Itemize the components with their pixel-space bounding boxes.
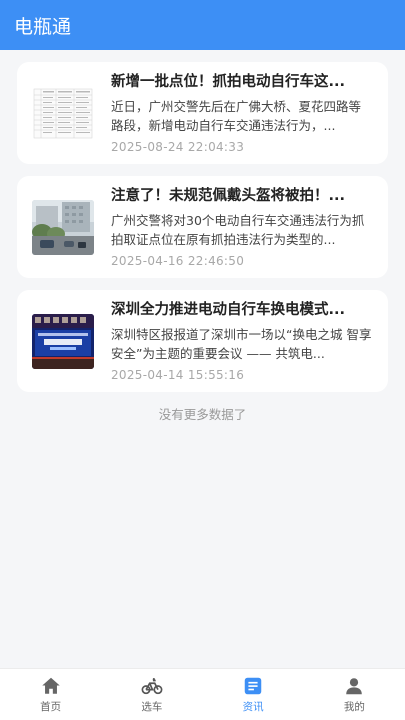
- app-root: 电瓶通 新增一批点位！抓拍电动自行车这... 近日，广州交警先后在广佛大桥、夏花…: [0, 0, 405, 720]
- home-icon: [40, 675, 62, 697]
- street-photo-thumbnail: [32, 199, 94, 255]
- tab-choose-car[interactable]: 选车: [101, 669, 202, 720]
- document-table-thumbnail: [32, 85, 94, 141]
- conference-stage-thumbnail: [32, 313, 94, 369]
- news-title: 注意了！未规范佩戴头盔将被拍！...: [111, 188, 346, 204]
- news-title: 新增一批点位！抓拍电动自行车这...: [111, 74, 346, 90]
- news-card-info: 新增一批点位！抓拍电动自行车这... 近日，广州交警先后在广佛大桥、夏花四路等路…: [111, 72, 373, 154]
- tab-label: 我的: [343, 701, 365, 713]
- news-feed[interactable]: 新增一批点位！抓拍电动自行车这... 近日，广州交警先后在广佛大桥、夏花四路等路…: [0, 50, 405, 423]
- news-card[interactable]: 注意了！未规范佩戴头盔将被拍！... 广州交警将对30个电动自行车交通违法行为抓…: [17, 176, 388, 278]
- news-summary: 近日，广州交警先后在广佛大桥、夏花四路等路段，新增电动自行车交通违法行为，...: [111, 99, 362, 133]
- news-date: 2025-04-16 22:46:50: [111, 254, 245, 268]
- bottom-tabbar: 首页 选车 资讯 我的: [0, 668, 405, 720]
- news-summary: 广州交警将对30个电动自行车交通违法行为抓拍取证点位在原有抓拍违法行为类型的..…: [111, 213, 365, 247]
- news-card[interactable]: 新增一批点位！抓拍电动自行车这... 近日，广州交警先后在广佛大桥、夏花四路等路…: [17, 62, 388, 164]
- tab-news[interactable]: 资讯: [203, 669, 304, 720]
- tab-label: 资讯: [242, 701, 264, 713]
- news-date: 2025-08-24 22:04:33: [111, 140, 245, 154]
- bicycle-icon: [141, 675, 163, 697]
- tab-profile[interactable]: 我的: [304, 669, 405, 720]
- news-card[interactable]: 深圳全力推进电动自行车换电模式... 深圳特区报报道了深圳市一场以“换电之城 智…: [17, 290, 388, 392]
- tab-label: 首页: [40, 701, 62, 713]
- app-title: 电瓶通: [14, 15, 72, 38]
- news-date: 2025-04-14 15:55:16: [111, 368, 245, 382]
- news-title: 深圳全力推进电动自行车换电模式...: [111, 302, 346, 318]
- news-summary: 深圳特区报报道了深圳市一场以“换电之城 智享安全”为主题的重要会议 —— 共筑电…: [111, 327, 372, 361]
- news-icon: [242, 675, 264, 697]
- feed-end-text: 没有更多数据了: [158, 407, 247, 422]
- news-card-info: 深圳全力推进电动自行车换电模式... 深圳特区报报道了深圳市一场以“换电之城 智…: [111, 300, 373, 382]
- news-card-info: 注意了！未规范佩戴头盔将被拍！... 广州交警将对30个电动自行车交通违法行为抓…: [111, 186, 373, 268]
- tab-label: 选车: [141, 701, 163, 713]
- app-header: 电瓶通: [0, 0, 405, 50]
- tab-home[interactable]: 首页: [0, 669, 101, 720]
- user-icon: [343, 675, 365, 697]
